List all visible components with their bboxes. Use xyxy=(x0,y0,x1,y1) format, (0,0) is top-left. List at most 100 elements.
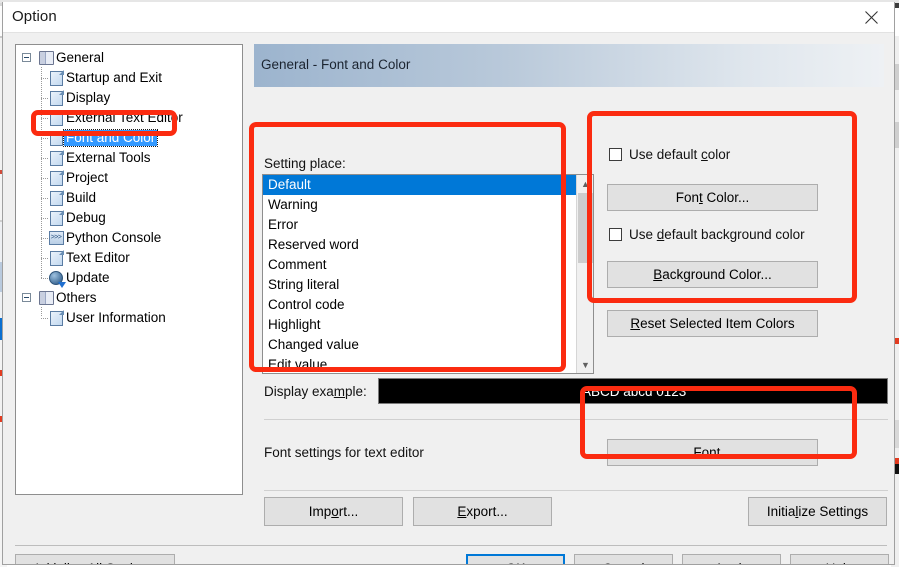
tree-item-build[interactable]: Build xyxy=(16,188,242,208)
expander-icon[interactable] xyxy=(22,53,31,62)
reset-selected-item-colors-button[interactable]: Reset Selected Item Colors xyxy=(607,310,818,337)
page-icon xyxy=(49,110,63,126)
tree-item-external-text-editor[interactable]: External Text Editor xyxy=(16,108,242,128)
font-color-button[interactable]: Font Color... xyxy=(607,184,818,211)
list-item[interactable]: Default xyxy=(263,175,576,195)
import-button[interactable]: Import... xyxy=(264,497,403,526)
page-icon xyxy=(49,130,63,146)
chevron-down-icon[interactable]: ▼ xyxy=(577,356,593,373)
list-item[interactable]: String literal xyxy=(263,275,576,295)
list-item[interactable]: Reserved word xyxy=(263,235,576,255)
tree-item-icon xyxy=(48,190,64,206)
list-item[interactable]: Control code xyxy=(263,295,576,315)
tree-item-icon xyxy=(48,310,64,326)
tree-item-label: Display xyxy=(66,90,111,105)
list-item[interactable]: Warning xyxy=(263,195,576,215)
export-button[interactable]: Export... xyxy=(413,497,552,526)
tree-item-label: Update xyxy=(66,270,110,285)
tree-item-general[interactable]: General xyxy=(16,48,242,68)
title-bar: Option xyxy=(3,2,894,33)
listbox-scrollbar[interactable]: ▲ ▼ xyxy=(576,175,593,373)
setting-place-items[interactable]: Default Warning Error Reserved word Comment S… xyxy=(263,175,576,373)
tree-item-icon xyxy=(48,250,64,266)
window-title: Option xyxy=(12,8,57,25)
setting-place-listbox[interactable]: Default Warning Error Reserved word Comment S… xyxy=(262,174,594,374)
use-default-background-color-checkbox[interactable]: Use default background color xyxy=(609,227,805,242)
initialize-settings-button[interactable]: Initialize Settings xyxy=(748,497,887,526)
initialize-all-settings-button[interactable]: Initialize All Settings xyxy=(15,554,175,564)
page-icon xyxy=(49,150,63,166)
tree-item-text-editor[interactable]: Text Editor xyxy=(16,248,242,268)
tree-item-icon xyxy=(38,50,54,66)
tree-item-font-and-color[interactable]: Font and Color xyxy=(16,128,242,148)
tree-item-icon xyxy=(48,270,64,286)
book-icon xyxy=(38,51,54,65)
page-icon xyxy=(49,90,63,106)
use-default-background-color-label: Use default background color xyxy=(629,227,805,242)
tree-item-label: External Tools xyxy=(66,150,151,165)
cancel-button[interactable]: Cancel xyxy=(574,554,673,564)
tree-item-label: Font and Color xyxy=(62,129,159,147)
tree-item-label: Startup and Exit xyxy=(66,70,163,85)
dialog-client-area: General Startup and Exit Display External T… xyxy=(3,33,894,564)
tree-item-icon xyxy=(48,170,64,186)
background-color-button[interactable]: Background Color... xyxy=(607,261,818,288)
tree-item-icon xyxy=(48,210,64,226)
tree-item-label: Others xyxy=(56,290,97,305)
tree-item-startup-and-exit[interactable]: Startup and Exit xyxy=(16,68,242,88)
list-item[interactable]: Error xyxy=(263,215,576,235)
tree-item-label: Text Editor xyxy=(66,250,130,265)
checkbox-box[interactable] xyxy=(609,148,622,161)
close-icon[interactable] xyxy=(848,2,894,33)
display-example-preview: ABCD abcd 0123 xyxy=(378,378,888,404)
book-icon xyxy=(38,291,54,305)
page-icon xyxy=(49,190,63,206)
tree-item-debug[interactable]: Debug xyxy=(16,208,242,228)
tree-item-python-console[interactable]: >>> Python Console xyxy=(16,228,242,248)
tree-item-label: Python Console xyxy=(66,230,162,245)
chevron-up-icon[interactable]: ▲ xyxy=(577,175,593,192)
font-button[interactable]: Font... xyxy=(607,439,818,466)
tree-item-icon xyxy=(48,150,64,166)
tree-item-icon xyxy=(38,290,54,306)
settings-tree[interactable]: General Startup and Exit Display External T… xyxy=(15,44,243,495)
tree-item-label: User Information xyxy=(66,310,166,325)
tree-item-icon xyxy=(48,110,64,126)
page-header-banner: General - Font and Color xyxy=(254,44,884,87)
list-item[interactable]: Changed value xyxy=(263,335,576,355)
divider xyxy=(264,419,888,420)
page-icon xyxy=(49,310,63,326)
tree-item-icon xyxy=(48,70,64,86)
tree-item-icon xyxy=(48,130,64,146)
tree-item-user-information[interactable]: User Information xyxy=(16,308,242,328)
tree-item-project[interactable]: Project xyxy=(16,168,242,188)
use-default-color-checkbox[interactable]: Use default color xyxy=(609,147,730,162)
setting-place-label: Setting place: xyxy=(264,156,346,171)
tree-item-label: Debug xyxy=(66,210,106,225)
update-icon xyxy=(49,271,63,285)
use-default-color-label: Use default color xyxy=(629,147,731,162)
checkbox-box[interactable] xyxy=(609,228,622,241)
list-item[interactable]: Highlight xyxy=(263,315,576,335)
help-button[interactable]: Help xyxy=(790,554,889,564)
apply-button[interactable]: Apply xyxy=(682,554,781,564)
list-item[interactable]: Comment xyxy=(263,255,576,275)
tree-item-icon xyxy=(48,90,64,106)
page-icon xyxy=(49,250,63,266)
python-console-icon: >>> xyxy=(48,231,64,245)
expander-icon[interactable] xyxy=(22,293,31,302)
tree-item-external-tools[interactable]: External Tools xyxy=(16,148,242,168)
divider xyxy=(264,490,888,491)
tree-item-others[interactable]: Others xyxy=(16,288,242,308)
scrollbar-thumb[interactable] xyxy=(578,193,593,263)
tree-item-label: Project xyxy=(66,170,109,185)
tree-item-icon: >>> xyxy=(48,230,64,246)
tree-item-display[interactable]: Display xyxy=(16,88,242,108)
page-icon xyxy=(49,70,63,86)
list-item[interactable]: Edit value xyxy=(263,355,576,373)
ok-button[interactable]: OK xyxy=(466,554,565,564)
display-example-label: Display example: xyxy=(264,384,367,399)
tree-item-update[interactable]: Update xyxy=(16,268,242,288)
option-dialog: Option General Startup and Exit Display Ext… xyxy=(2,2,895,565)
tree-item-label: General xyxy=(56,50,105,65)
